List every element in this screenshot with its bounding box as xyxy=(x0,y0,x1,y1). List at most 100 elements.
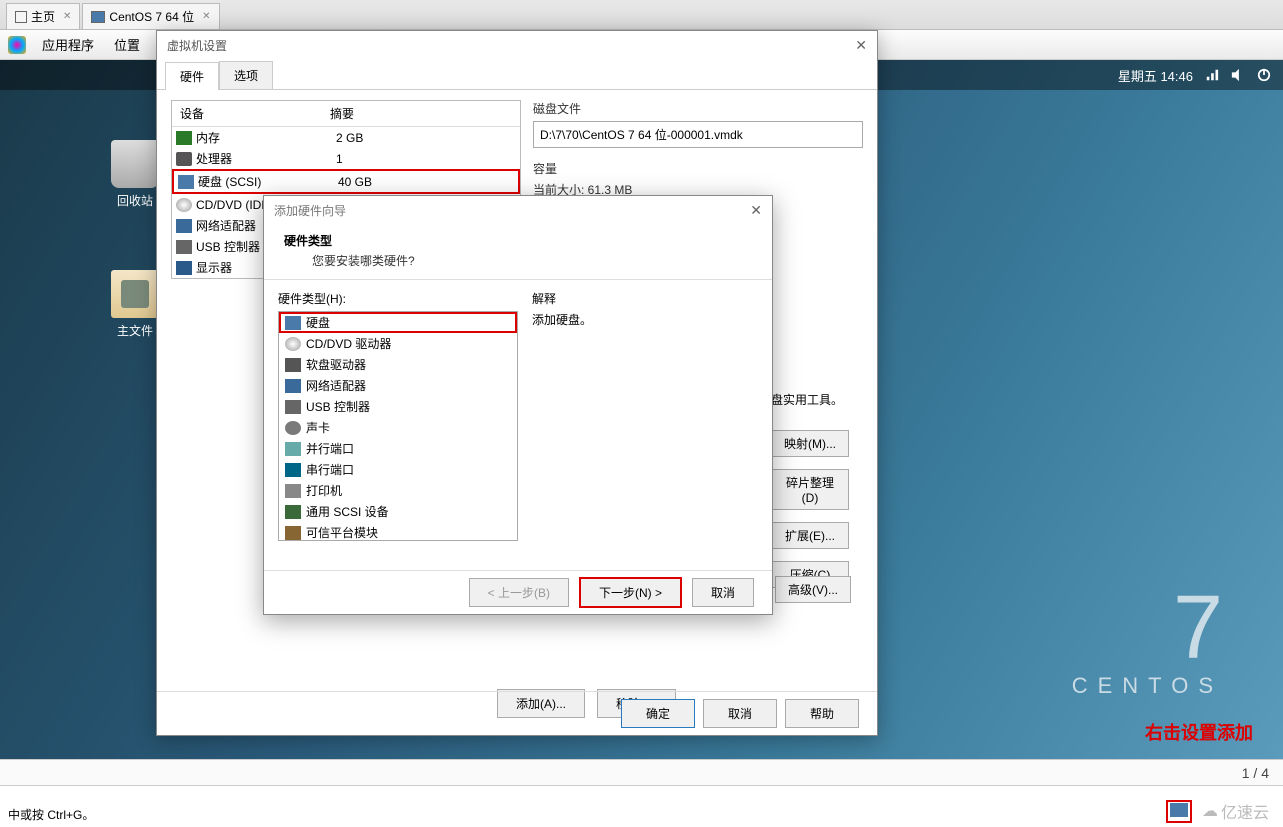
device-icon xyxy=(176,240,192,254)
device-icon xyxy=(176,152,192,166)
device-icon xyxy=(176,261,192,275)
device-icon xyxy=(178,175,194,189)
settings-tabs: 硬件 选项 xyxy=(157,61,877,90)
advanced-button[interactable]: 高级(V)... xyxy=(775,576,851,603)
hardware-icon xyxy=(285,316,301,330)
disk-file-path: D:\7\70\CentOS 7 64 位-000001.vmdk xyxy=(533,121,863,148)
centos-name: CENTOS xyxy=(1072,673,1223,699)
tray: ☁ 亿速云 xyxy=(1166,799,1269,823)
hardware-type-item[interactable]: 可信平台模块 xyxy=(279,522,517,541)
hardware-icon xyxy=(285,379,301,393)
volume-icon[interactable] xyxy=(1231,68,1245,82)
disk-file-label: 磁盘文件 xyxy=(533,100,863,117)
hardware-type-item[interactable]: 声卡 xyxy=(279,417,517,438)
tab-vm-label: CentOS 7 64 位 xyxy=(109,8,194,25)
tab-vm[interactable]: CentOS 7 64 位 ✕ xyxy=(82,3,219,29)
hardware-item-label: 通用 SCSI 设备 xyxy=(306,503,389,520)
page-count: 1 / 4 xyxy=(1242,765,1269,781)
wizard-titlebar: 添加硬件向导 ✕ xyxy=(264,196,772,224)
wizard-cancel-button[interactable]: 取消 xyxy=(692,578,754,607)
hardware-type-item[interactable]: 通用 SCSI 设备 xyxy=(279,501,517,522)
hardware-type-item[interactable]: 串行端口 xyxy=(279,459,517,480)
tab-hardware[interactable]: 硬件 xyxy=(165,62,219,90)
device-icon xyxy=(176,219,192,233)
device-row[interactable]: 内存2 GB xyxy=(172,127,520,148)
monitor-icon xyxy=(91,11,105,23)
hardware-item-label: 并行端口 xyxy=(306,440,354,457)
menu-places[interactable]: 位置 xyxy=(104,31,150,58)
power-icon[interactable] xyxy=(1257,68,1271,82)
hardware-item-label: 网络适配器 xyxy=(306,377,366,394)
hardware-item-label: 软盘驱动器 xyxy=(306,356,366,373)
device-icon xyxy=(176,131,192,145)
status-text: 中或按 Ctrl+G。 xyxy=(8,806,94,823)
map-button[interactable]: 映射(M)... xyxy=(771,430,849,457)
centos-version: 7 xyxy=(1072,583,1223,673)
add-hardware-wizard: 添加硬件向导 ✕ 硬件类型 您要安装哪类硬件? 硬件类型(H): 硬盘CD/DV… xyxy=(263,195,773,615)
hardware-item-label: CD/DVD 驱动器 xyxy=(306,335,391,352)
menu-applications[interactable]: 应用程序 xyxy=(32,31,104,58)
cancel-button[interactable]: 取消 xyxy=(703,699,777,728)
hardware-icon xyxy=(285,358,301,372)
expand-button[interactable]: 扩展(E)... xyxy=(771,522,849,549)
hardware-item-label: 串行端口 xyxy=(306,461,354,478)
header-summary: 摘要 xyxy=(322,101,520,126)
tab-home[interactable]: 主页 ✕ xyxy=(6,3,80,29)
device-row[interactable]: 处理器1 xyxy=(172,148,520,169)
next-button[interactable]: 下一步(N) > xyxy=(579,577,682,608)
close-icon[interactable]: ✕ xyxy=(202,11,210,22)
hardware-type-list[interactable]: 硬盘 CD/DVD 驱动器软盘驱动器网络适配器 USB 控制器声卡并行端口串行端口打… xyxy=(278,311,518,541)
annotation-text: 右击设置添加 xyxy=(1145,719,1253,745)
settings-titlebar: 虚拟机设置 ✕ xyxy=(157,31,877,59)
page-indicator: 1 / 4 xyxy=(0,759,1283,785)
hardware-icon xyxy=(285,442,301,456)
hardware-type-item[interactable]: 软盘驱动器 xyxy=(279,354,517,375)
device-summary: 2 GB xyxy=(336,131,516,145)
device-icon xyxy=(176,198,192,212)
home-icon xyxy=(15,11,27,23)
close-icon[interactable]: ✕ xyxy=(63,11,71,22)
hardware-type-label: 硬件类型(H): xyxy=(278,290,518,307)
device-row[interactable]: 硬盘 (SCSI)40 GB xyxy=(172,169,520,194)
hardware-icon xyxy=(285,400,301,414)
disk-tray-icon[interactable] xyxy=(1170,803,1188,817)
status-bar: 中或按 Ctrl+G。 ☁ 亿速云 xyxy=(0,785,1283,827)
app-tabs: 主页 ✕ CentOS 7 64 位 ✕ xyxy=(0,0,1283,30)
hardware-type-item[interactable]: 打印机 xyxy=(279,480,517,501)
wizard-footer: < 上一步(B) 下一步(N) > 取消 xyxy=(264,570,772,614)
hardware-type-item[interactable]: 网络适配器 xyxy=(279,375,517,396)
hardware-icon xyxy=(285,505,301,519)
hardware-item-label: 打印机 xyxy=(306,482,342,499)
brand-logo: ☁ 亿速云 xyxy=(1202,799,1269,823)
help-button[interactable]: 帮助 xyxy=(785,699,859,728)
close-icon[interactable]: ✕ xyxy=(855,37,867,54)
tab-home-label: 主页 xyxy=(31,8,55,25)
explain-label: 解释 xyxy=(532,290,758,307)
settings-title: 虚拟机设置 xyxy=(167,37,227,54)
ok-button[interactable]: 确定 xyxy=(621,699,695,728)
close-icon[interactable]: ✕ xyxy=(750,202,762,219)
hardware-icon xyxy=(285,337,301,351)
network-icon[interactable] xyxy=(1205,68,1219,82)
hardware-type-item[interactable]: 硬盘 xyxy=(279,312,517,333)
device-summary: 40 GB xyxy=(338,175,514,189)
explain-text: 添加硬盘。 xyxy=(532,311,758,328)
back-button: < 上一步(B) xyxy=(469,578,569,607)
tray-highlight xyxy=(1166,800,1192,823)
device-name: 内存 xyxy=(196,129,336,146)
device-list-header: 设备 摘要 xyxy=(172,101,520,127)
hardware-icon xyxy=(285,526,301,540)
hardware-icon xyxy=(285,463,301,477)
clock-label: 星期五 14:46 xyxy=(1118,66,1193,85)
hardware-type-item[interactable]: CD/DVD 驱动器 xyxy=(279,333,517,354)
wizard-heading: 硬件类型 xyxy=(284,232,752,249)
hardware-icon xyxy=(285,484,301,498)
device-summary: 1 xyxy=(336,152,516,166)
hardware-type-item[interactable]: 并行端口 xyxy=(279,438,517,459)
defrag-button[interactable]: 碎片整理(D) xyxy=(771,469,849,510)
device-name: 处理器 xyxy=(196,150,336,167)
settings-footer: 确定 取消 帮助 xyxy=(157,691,877,735)
hardware-item-label: 硬盘 xyxy=(306,314,330,331)
hardware-type-item[interactable]: USB 控制器 xyxy=(279,396,517,417)
tab-options[interactable]: 选项 xyxy=(219,61,273,89)
